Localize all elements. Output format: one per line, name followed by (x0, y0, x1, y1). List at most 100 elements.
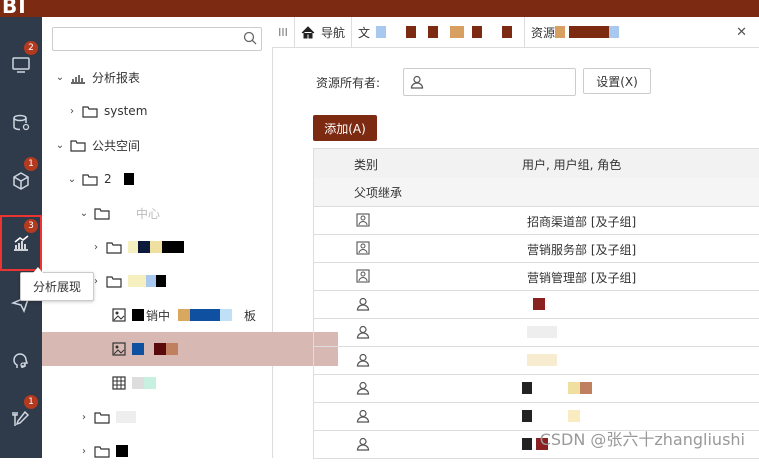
redacted-block (150, 241, 162, 253)
resource-tree-panel: ⌄ 分析报表 › system ⌄ 公共空间 ⌄ 2 ⌄ 中心 › › 销中 板… (42, 17, 338, 458)
redacted-block (128, 275, 146, 287)
group-label: 父项继承 (354, 186, 403, 200)
close-icon[interactable]: ✕ (736, 25, 747, 40)
screen-icon (12, 57, 30, 73)
nav-badge: 2 (24, 41, 38, 55)
redacted-block (146, 275, 156, 287)
tools-icon (12, 410, 30, 426)
main-panel: III 导航 文 资源 ✕ 资源所有者: 设置(X) 添加(A) 类别 用户, … (272, 17, 759, 459)
redacted-block (132, 377, 144, 389)
nav-database[interactable] (0, 95, 42, 151)
tab-resource[interactable]: 资源 (524, 17, 625, 47)
redacted-block (132, 309, 144, 321)
redacted-block (123, 173, 134, 185)
redacted-block (522, 410, 532, 422)
tree-search-input[interactable] (52, 27, 262, 51)
redacted-block (533, 298, 545, 310)
redacted-block (527, 354, 557, 366)
report-icon (112, 308, 126, 322)
row-value: 招商渠道部 [及子组] (527, 215, 637, 229)
row-value: 营销服务部 [及子组] (527, 243, 637, 257)
chevron-down-icon[interactable]: ⌄ (78, 208, 90, 219)
tree-node-suffix: 板 (244, 308, 257, 323)
group-row: 父项继承 (314, 178, 759, 207)
owner-label: 资源所有者: (316, 76, 381, 90)
tree-node[interactable]: ⌄ 2 (42, 162, 296, 196)
tree-node[interactable]: ⌄ 中心 (42, 196, 308, 230)
redacted-block (428, 26, 439, 38)
table-row[interactable] (314, 319, 759, 347)
redacted-block (128, 241, 138, 253)
redacted-block (580, 382, 592, 394)
tree-node-label: 2 (104, 172, 112, 186)
redacted-block (406, 26, 417, 38)
user-icon (356, 409, 370, 423)
redacted-block (568, 382, 580, 394)
redacted-block (162, 241, 184, 253)
nav-cube[interactable]: 1 (0, 153, 42, 209)
redacted-block (132, 343, 144, 355)
chart-icon (14, 235, 29, 251)
brain-icon (13, 353, 29, 368)
redacted-block (166, 343, 178, 355)
tab-home[interactable]: 导航 (294, 17, 353, 47)
table-row[interactable]: 招商渠道部 [及子组] (314, 207, 759, 235)
user-icon (356, 325, 370, 339)
redacted-block (190, 309, 221, 321)
folder-icon (82, 173, 98, 186)
top-bar (0, 0, 759, 17)
table-row[interactable]: 营销管理部 [及子组] (314, 263, 759, 291)
tab-label: 文 (358, 25, 371, 40)
user-group-icon (356, 269, 370, 283)
tree-node[interactable]: ⌄ 分析报表 (42, 60, 284, 94)
chevron-right-icon[interactable]: › (90, 242, 102, 253)
nav-brain[interactable] (0, 333, 42, 389)
owner-field[interactable] (403, 68, 576, 96)
add-button[interactable]: 添加(A) (313, 115, 377, 141)
folder-icon (94, 411, 110, 424)
tree-node[interactable]: › (42, 434, 308, 468)
folder-icon (106, 275, 122, 288)
user-group-icon (356, 213, 370, 227)
user-group-icon (356, 241, 370, 255)
table-icon (112, 376, 126, 390)
tree-node[interactable]: ⌄ 公共空间 (42, 128, 284, 162)
user-icon (410, 75, 424, 89)
tree-node-label: system (104, 104, 148, 118)
table-row[interactable]: 营销服务部 [及子组] (314, 235, 759, 263)
chevron-right-icon[interactable]: › (66, 106, 78, 117)
redacted-block (522, 382, 532, 394)
settings-button[interactable]: 设置(X) (583, 68, 651, 94)
chevron-down-icon[interactable]: ⌄ (66, 174, 78, 185)
tree-node[interactable]: › system (42, 94, 296, 128)
table-row[interactable] (314, 347, 759, 375)
nav-tooltip: 分析展现 (20, 267, 95, 301)
redacted-block (450, 26, 465, 38)
redacted-block (116, 411, 136, 423)
folder-icon (70, 139, 86, 152)
user-icon (356, 353, 370, 367)
nav-screen[interactable]: 2 (0, 37, 42, 93)
nav-analysis[interactable]: 3 (0, 215, 42, 271)
tab-label: 资源 (531, 25, 556, 40)
folder-icon (82, 105, 98, 118)
redacted-block (138, 241, 150, 253)
table-row[interactable] (314, 291, 759, 319)
permission-table: 类别 用户, 用户组, 角色 父项继承 招商渠道部 [及子组] 营销服务部 [及… (313, 148, 759, 459)
table-row[interactable] (314, 375, 759, 403)
folder-icon (94, 445, 110, 458)
redacted-block (609, 26, 620, 38)
report-icon (112, 342, 126, 356)
nav-tools[interactable]: 1 (0, 391, 42, 447)
chevron-right-icon[interactable]: › (78, 412, 90, 423)
tab-grip[interactable]: III (272, 26, 294, 39)
redacted-block (178, 309, 191, 321)
chevron-down-icon[interactable]: ⌄ (54, 72, 66, 83)
nav-badge: 3 (24, 219, 38, 233)
tree-node[interactable]: › (42, 400, 308, 434)
tab-document[interactable]: 文 (352, 17, 518, 47)
chevron-down-icon[interactable]: ⌄ (54, 140, 66, 151)
search-icon (243, 31, 257, 45)
chevron-right-icon[interactable]: › (78, 446, 90, 457)
tree-node-label: 分析报表 (92, 70, 141, 85)
